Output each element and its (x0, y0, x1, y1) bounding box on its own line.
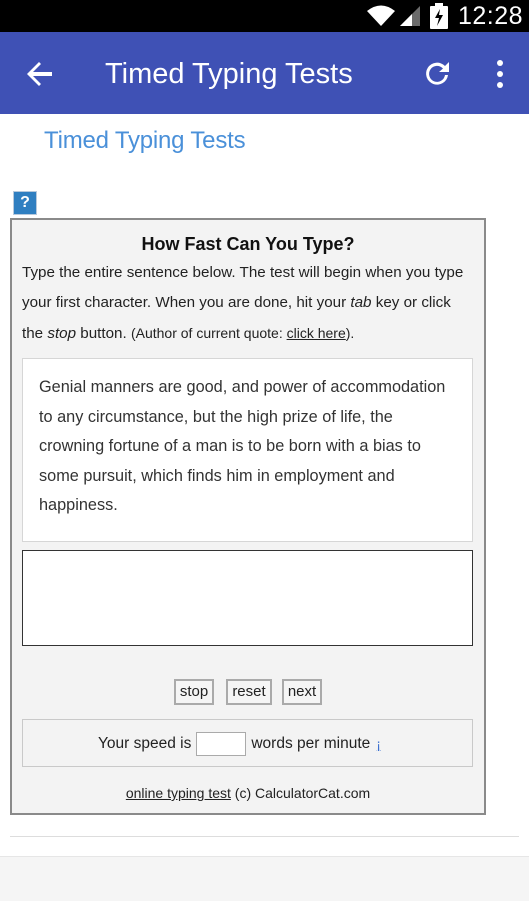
instructions-text-3: button. (76, 325, 131, 342)
speed-box: Your speed is words per minute ¡ (22, 719, 473, 767)
bottom-strip (0, 856, 529, 901)
signal-icon (399, 6, 420, 26)
footer-credit: online typing test (c) CalculatorCat.com (12, 785, 484, 801)
speed-help-link[interactable]: ¡ (376, 736, 381, 752)
next-button[interactable]: next (282, 679, 322, 705)
more-vert-icon[interactable] (486, 56, 514, 92)
footer-copyright: (c) CalculatorCat.com (230, 785, 371, 801)
speed-suffix: words per minute (251, 735, 371, 752)
panel-title: How Fast Can You Type? (141, 234, 355, 254)
reset-button[interactable]: reset (226, 679, 272, 705)
speed-output[interactable] (196, 732, 247, 756)
instructions-tab-word: tab (350, 294, 372, 311)
app-bar: Timed Typing Tests (0, 32, 529, 114)
battery-charging-icon (429, 3, 448, 29)
author-note: (Author of current quote: click here). (131, 325, 354, 341)
speed-prefix: Your speed is (98, 735, 192, 752)
online-typing-test-link[interactable]: online typing test (126, 785, 231, 801)
instructions-stop-word: stop (47, 325, 77, 342)
divider (10, 836, 519, 837)
help-icon[interactable]: ? (13, 191, 37, 215)
refresh-icon[interactable] (419, 56, 455, 92)
instructions: Type the entire sentence below. The test… (22, 258, 472, 349)
status-time: 12:28 (457, 1, 523, 30)
wifi-icon (366, 5, 395, 26)
typing-input[interactable] (22, 550, 473, 646)
app-bar-title: Timed Typing Tests (105, 58, 353, 90)
arrow-back-icon[interactable] (22, 56, 58, 92)
author-link[interactable]: click here (287, 325, 346, 341)
author-suffix: ). (345, 325, 355, 341)
button-row: stop reset next (12, 679, 484, 707)
typing-test-panel: How Fast Can You Type? Type the entire s… (10, 218, 486, 815)
quote-text: Genial manners are good, and power of ac… (22, 358, 473, 542)
status-bar: 12:28 (0, 0, 529, 32)
page-heading: Timed Typing Tests (44, 127, 246, 154)
author-prefix: (Author of current quote: (130, 325, 287, 341)
stop-button[interactable]: stop (174, 679, 214, 705)
